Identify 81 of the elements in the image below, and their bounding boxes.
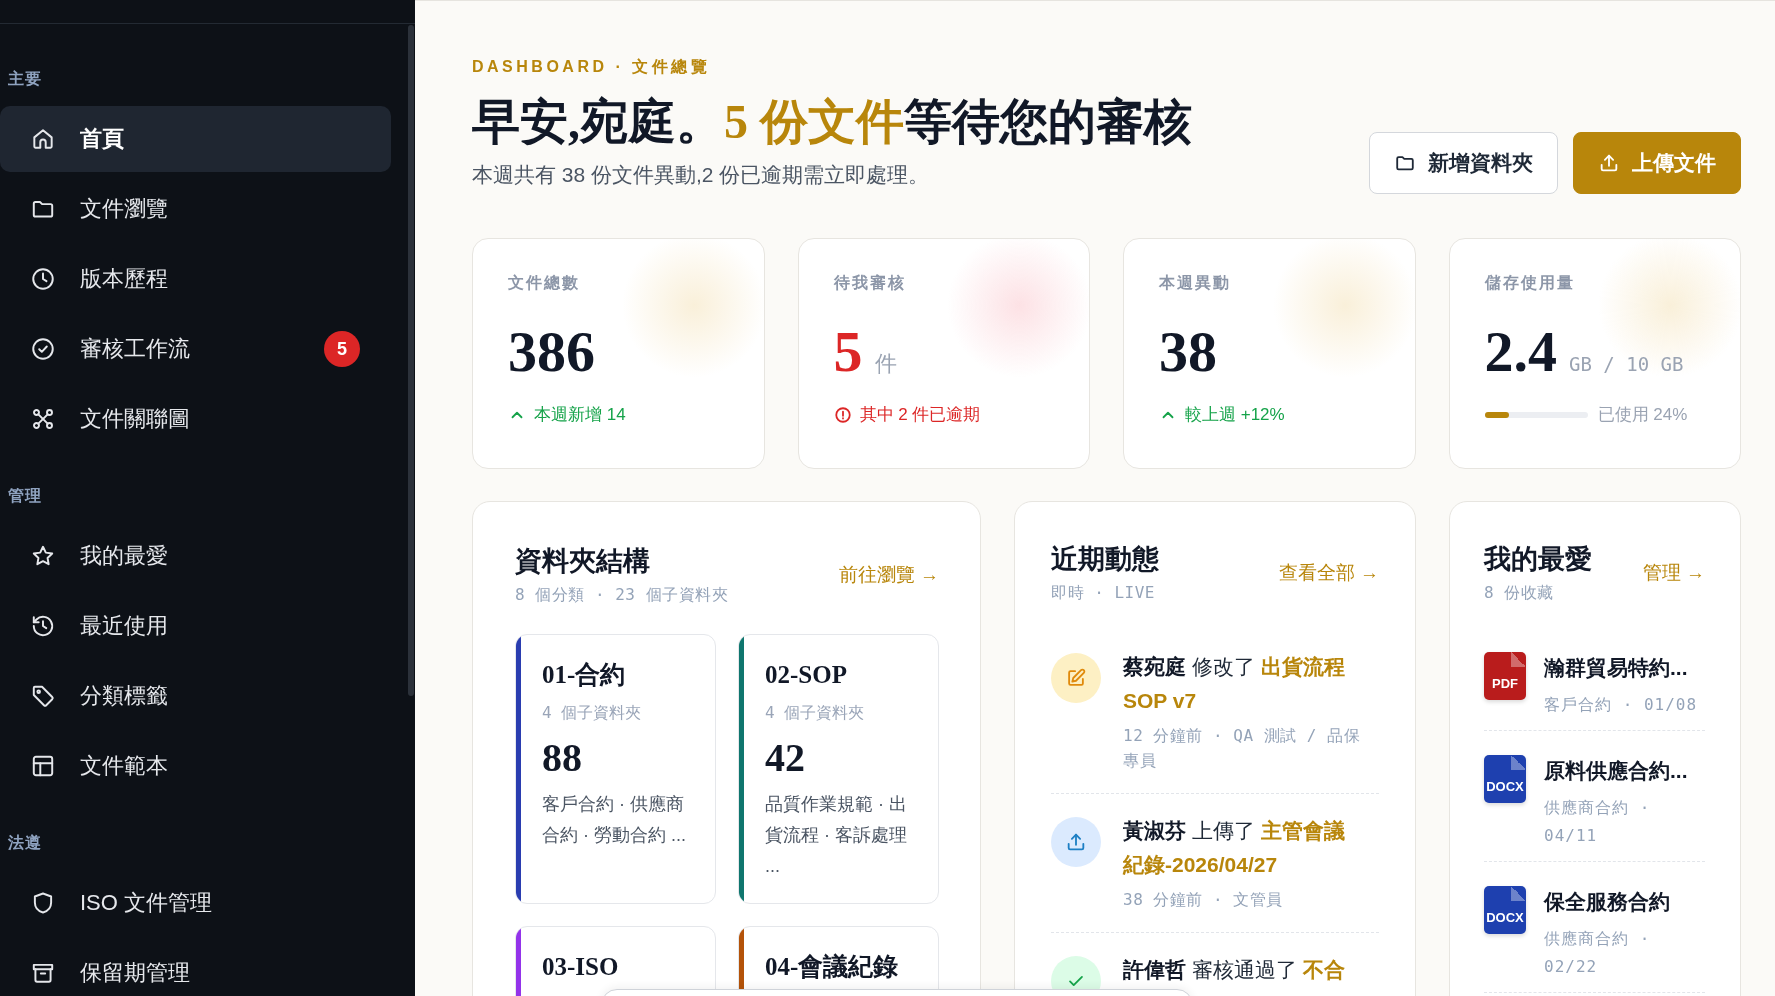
file-count: 88 [542,735,582,781]
stat-value: 2.4 [1484,320,1557,384]
new-folder-button[interactable]: 新增資料夾 [1369,132,1558,194]
edit-icon [1051,653,1101,703]
file-type-badge: DOCX [1484,886,1526,934]
activity-meta: 38 分鐘前 · 文管員 [1123,889,1284,911]
file-meta: 供應商合約 · 02/22 [1544,928,1652,978]
stat-label: 本週異動 [1159,273,1231,293]
stat-label: 文件總數 [508,273,580,293]
panel-title: 我的最愛 [1484,543,1592,576]
check-circle-icon [30,336,56,362]
page-title: 早安,宛庭。5 份文件等待您的審核 [472,94,1192,150]
section-label: 管理 [8,486,42,506]
folder-card[interactable]: 02-SOP 4 個子資料夾 42 品質作業規範 · 出貨流程 · 客訴處理 ... [738,634,939,904]
panel-title: 近期動態 [1051,543,1159,576]
upload-icon [1598,152,1620,174]
nav-item[interactable]: 首頁 [0,106,391,172]
file-count: 42 [765,735,805,781]
nav-item[interactable]: 文件關聯圖 [0,386,391,452]
folder-name: 01-合約 [542,660,626,690]
layout-icon [30,753,56,779]
nav-item[interactable]: 審核工作流 5 [0,316,391,382]
panel-subtitle: 即時 · LIVE [1051,582,1155,604]
tag-icon [30,683,56,709]
nav-item[interactable]: 版本歷程 [0,246,391,312]
clock-icon [30,266,56,292]
scrollbar-thumb[interactable] [408,25,414,696]
stat-label: 儲存使用量 [1484,273,1575,293]
folder-name: 02-SOP [765,660,847,690]
stat-note: 本週新增 14 [534,404,626,426]
file-meta: 客戶合約 · 01/08 [1544,694,1699,716]
stat-unit: GB / 10 GB [1569,353,1684,375]
file-type-badge: PDF [1484,652,1526,700]
page-subtitle: 本週共有 38 份文件異動,2 份已逾期需立即處理。 [472,162,930,188]
subfolder-count: 4 個子資料夾 [542,702,642,724]
file-name: 保全服務合約 [1544,889,1671,915]
section-label: 法遵 [8,833,42,853]
file-name: 瀚群貿易特約... [1544,655,1689,681]
panel-title: 資料夾結構 [515,545,650,578]
panel-subtitle: 8 份收藏 [1484,582,1554,604]
stat-value: 5 [833,320,863,384]
file-type-badge: DOCX [1484,755,1526,803]
stat-value: 386 [508,320,595,384]
eyebrow-label: DASHBOARD · 文件總覽 [472,57,711,77]
stat-note: 較上週 +12% [1185,404,1285,426]
nodes-icon [30,406,56,432]
nav-item[interactable]: 文件範本 [0,733,391,799]
nav-item[interactable]: 我的最愛 [0,523,391,589]
stat-note: 其中 2 件已逾期 [859,404,981,426]
folder-card[interactable]: 01-合約 4 個子資料夾 88 客戶合約 · 供應商合約 · 勞動合約 ... [515,634,716,904]
folder-name: 03-ISO [542,952,619,982]
stat-note: 已使用 24% [1597,404,1688,426]
upload-icon [1051,817,1101,867]
nav-item[interactable]: 最近使用 [0,593,391,659]
nav-item[interactable]: ISO 文件管理 [0,870,391,936]
exclamation-circle-icon [833,406,852,424]
file-meta: 供應商合約 · 04/11 [1544,797,1652,847]
nav-item[interactable]: 保留期管理 [0,940,391,996]
stat-value: 38 [1159,320,1217,384]
nav-item[interactable]: 分類標籤 [0,663,391,729]
favorite-item[interactable]: DOCX 原料供應合約... 供應商合約 · 04/11 [1484,731,1705,862]
folder-description: 品質作業規範 · 出貨流程 · 客訴處理 ... [765,793,908,878]
stat-unit: 件 [874,350,897,378]
activity-text: 蔡宛庭 修改了 出貨流程 SOP v7 [1123,654,1346,714]
file-name: 原料供應合約... [1544,758,1689,784]
activity-text: 許偉哲 審核通過了 不合 [1123,957,1346,983]
folder-card[interactable]: 03-ISO [515,926,716,996]
subfolder-count: 4 個子資料夾 [765,702,865,724]
favorite-item[interactable]: DOCX 保全服務合約 供應商合約 · 02/22 [1484,862,1705,993]
folder-name: 04-會議紀錄 [765,952,899,982]
stat-label: 待我審核 [833,273,906,293]
panel-subtitle: 8 個分類 · 23 個子資料夾 [515,584,729,606]
history-icon [30,613,56,639]
favorite-item[interactable]: PDF 瀚群貿易特約... 客戶合約 · 01/08 [1484,628,1705,731]
section-label: 主要 [8,69,42,89]
home-icon [30,126,56,152]
folder-description: 客戶合約 · 供應商合約 · 勞動合約 ... [542,793,687,847]
nav-item[interactable]: 文件瀏覽 [0,176,391,242]
activity-text: 黃淑芬 上傳了 主管會議紀錄-2026/04/27 [1123,818,1346,878]
activity-meta: 12 分鐘前 · QA 測試 / 品保專員 [1123,725,1362,772]
count-badge: 5 [324,331,360,367]
